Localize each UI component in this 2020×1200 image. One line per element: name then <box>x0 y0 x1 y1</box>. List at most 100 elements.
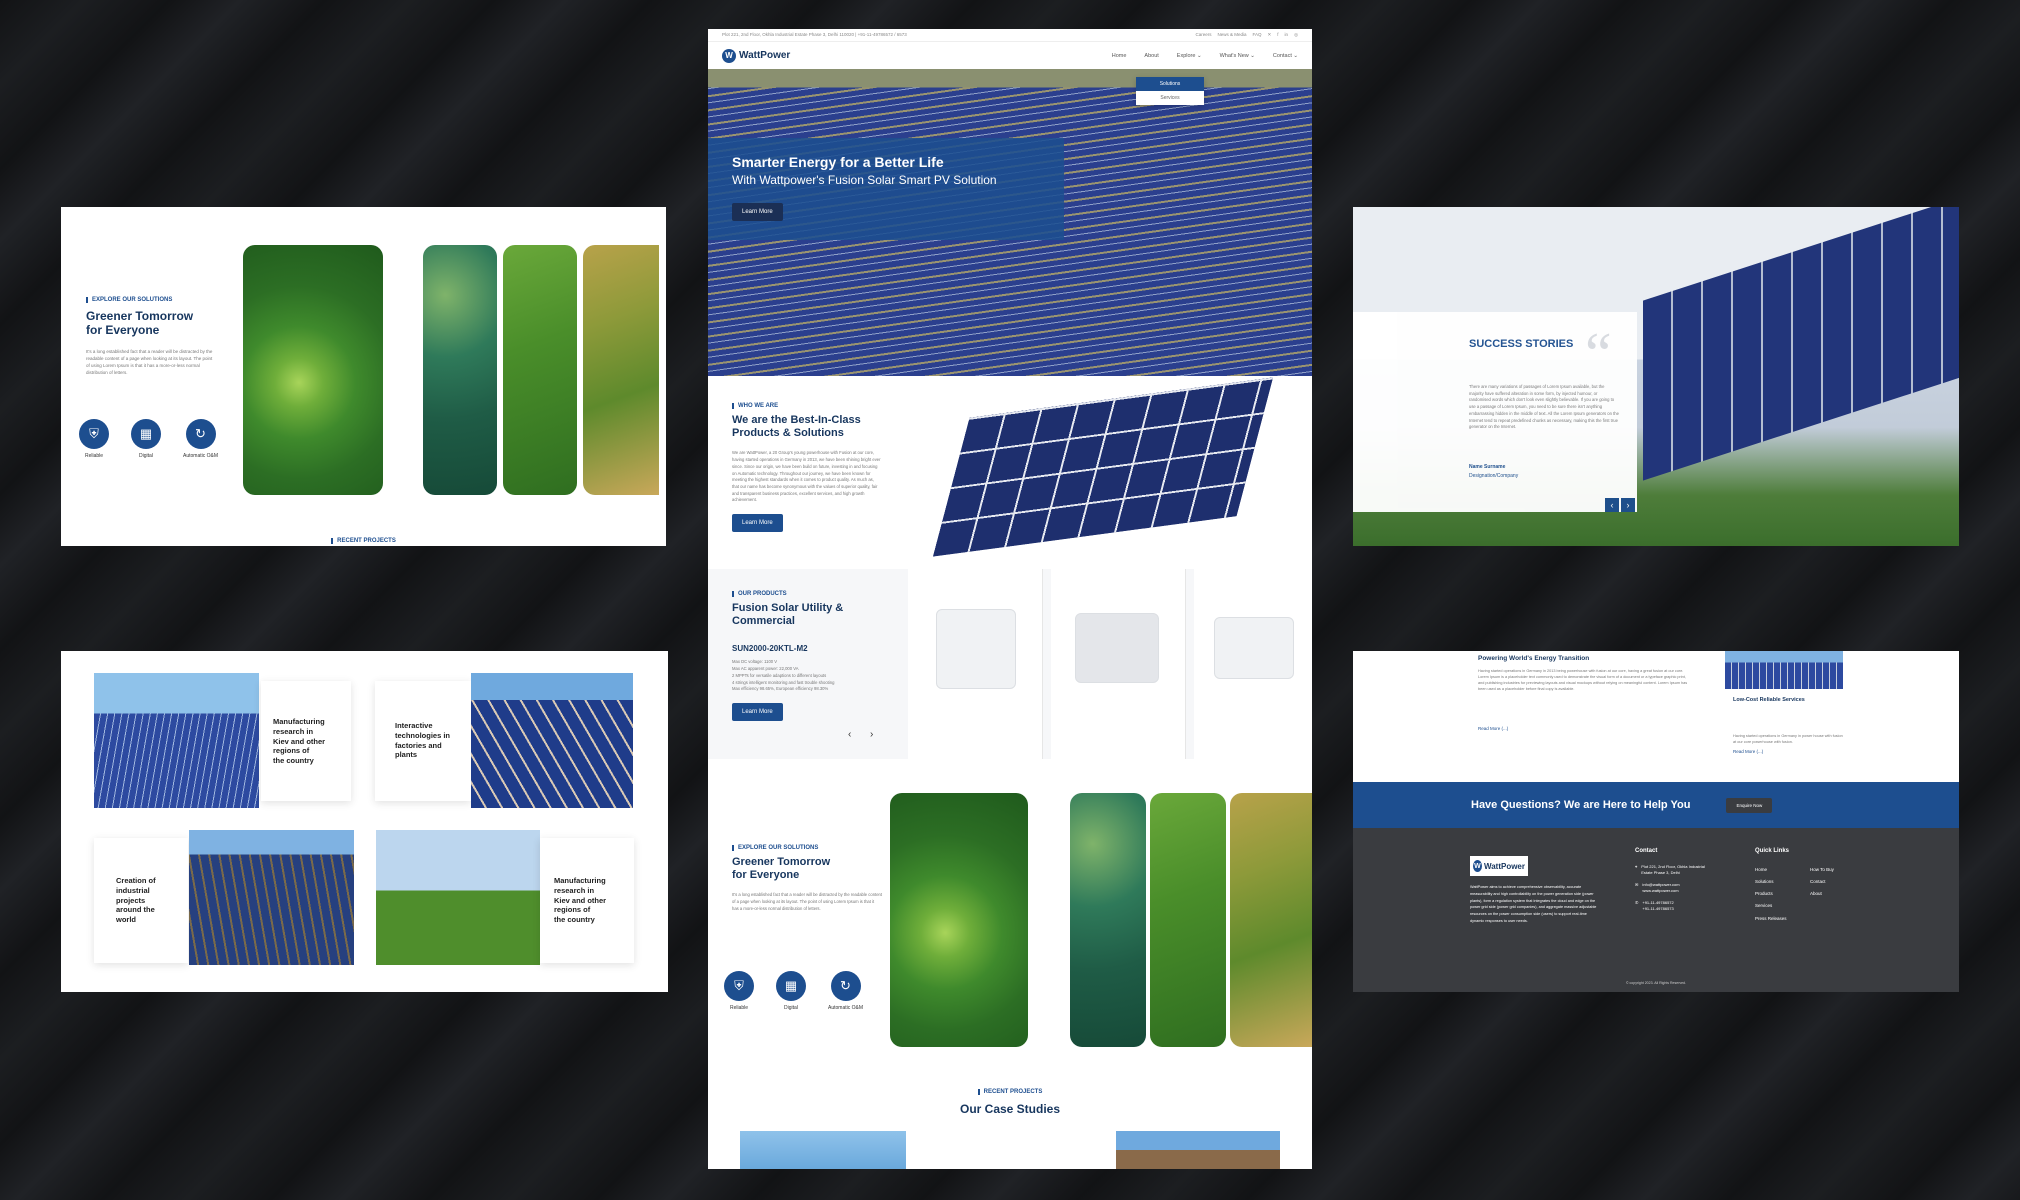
footer-contact: ⌖ Plot 221, 2nd Floor, Okhla Industrial E… <box>1635 864 1705 911</box>
footer-contact-title: Contact <box>1635 848 1658 854</box>
quick-link-services[interactable]: Services <box>1755 900 1787 912</box>
hero-panel: Smarter Energy for a Better Life With Wa… <box>708 138 1064 240</box>
center-feature-reliable: ⛨ Reliable <box>724 971 754 1011</box>
center-greener-title: Greener Tomorrow for Everyone <box>732 856 831 882</box>
top-link-careers[interactable]: Careers <box>1195 32 1211 38</box>
center-cases-title: Our Case Studies <box>959 1102 1061 1116</box>
feature-automatic: ↻ Automatic O&M <box>183 419 218 459</box>
product-card-2[interactable] <box>1051 569 1186 759</box>
inverter-image-1 <box>936 609 1016 689</box>
nav-home[interactable]: Home <box>1112 53 1127 59</box>
products-section: OUR PRODUCTS Fusion Solar Utility & Comme… <box>708 569 1312 759</box>
greener-card: EXPLORE OUR SOLUTIONS Greener Tomorrow fo… <box>61 207 666 546</box>
shield-icon: ⛨ <box>724 971 754 1001</box>
phone-icon: ✆ <box>1635 900 1639 905</box>
who-title: We are the Best-In-Class Products & Solut… <box>732 414 861 440</box>
products-title: Fusion Solar Utility & Commercial <box>732 602 844 628</box>
quick-links-col1: Home Solutions Products Services Press R… <box>1755 864 1787 925</box>
feature-list: ⛨ Reliable ▦ Digital ↻ Automatic O&M <box>79 419 218 459</box>
nav-explore[interactable]: Explore ⌄ <box>1177 53 1202 59</box>
case-image-1 <box>94 673 259 808</box>
feature-digital: ▦ Digital <box>131 419 161 459</box>
forest-image-1 <box>243 245 383 495</box>
hero-learn-more-button[interactable]: Learn More <box>732 203 783 221</box>
carousel-prev-icon[interactable]: ‹ <box>848 729 851 740</box>
success-designation: Designation/Company <box>1469 473 1519 479</box>
x-icon[interactable]: ✕ <box>1268 32 1272 38</box>
footer-card: Powering World's Energy Transition Havin… <box>1353 651 1959 992</box>
quick-link-about[interactable]: About <box>1810 888 1834 900</box>
top-link-faq[interactable]: FAQ <box>1252 32 1261 38</box>
instagram-icon[interactable]: ◎ <box>1294 32 1298 38</box>
case-image-2 <box>471 673 633 808</box>
who-eyebrow: WHO WE ARE <box>732 403 882 409</box>
dropdown-solutions[interactable]: Solutions <box>1136 77 1204 91</box>
case-text-4[interactable]: Manufacturing research in Kiev and other re… <box>540 838 634 963</box>
who-learn-more-button[interactable]: Learn More <box>732 514 783 533</box>
products-learn-more-button[interactable]: Learn More <box>732 702 783 721</box>
case-text-1[interactable]: Manufacturing research in Kiev and other re… <box>261 681 351 801</box>
service-read-more[interactable]: Read More (...) <box>1733 749 1843 754</box>
quick-link-products[interactable]: Products <box>1755 888 1787 900</box>
cta-text: Have Questions? We are Here to Help You <box>1471 799 1691 811</box>
center-greener-body: It's a long established fact that a read… <box>732 892 883 911</box>
quick-link-contact[interactable]: Contact <box>1810 876 1834 888</box>
success-prev-button[interactable]: ‹ <box>1605 498 1619 512</box>
powering-title: Powering World's Energy Transition <box>1478 655 1590 662</box>
success-name: Name Surname <box>1469 464 1506 470</box>
product-specs: Max DC voltage: 1100 V Max AC apparent po… <box>732 659 835 692</box>
quick-link-press[interactable]: Press Releases <box>1755 913 1787 925</box>
main-nav: W WattPower Home About Explore ⌄ What's … <box>708 41 1312 69</box>
quick-link-home[interactable]: Home <box>1755 864 1787 876</box>
success-body: There are many variations of passages of… <box>1469 384 1619 430</box>
refresh-icon: ↻ <box>185 419 216 449</box>
case-text-2[interactable]: Interactive technologies in factories and p… <box>375 681 471 801</box>
greener-title: Greener Tomorrow for Everyone <box>86 309 194 338</box>
quote-icon: “ <box>1585 321 1612 387</box>
homepage-card: Plot 221, 2nd Floor, Okhla Industrial Es… <box>708 29 1312 1169</box>
success-solar-image <box>1643 207 1959 481</box>
service-title: Low-Cost Reliable Services <box>1733 697 1805 703</box>
center-feature-list: ⛨ Reliable ▦ Digital ↻ Automatic O&M <box>724 971 863 1011</box>
success-card: SUCCESS STORIES “ There are many variati… <box>1353 207 1959 546</box>
linkedin-icon[interactable]: in <box>1285 32 1289 38</box>
who-body: We are WattPower, a 20 Group's young pow… <box>732 450 881 503</box>
case-image-4 <box>376 830 540 965</box>
product-card-1[interactable] <box>908 569 1043 759</box>
product-card-3[interactable] <box>1194 569 1312 759</box>
nav-contact[interactable]: Contact ⌄ <box>1273 53 1298 59</box>
quick-link-solutions[interactable]: Solutions <box>1755 876 1787 888</box>
explore-dropdown: Solutions Services <box>1136 77 1204 105</box>
carousel-next-icon[interactable]: › <box>870 729 873 740</box>
center-forest-image-3 <box>1150 793 1226 1047</box>
center-forest-image-1 <box>890 793 1028 1047</box>
center-case-image-1 <box>740 1131 906 1169</box>
footer-logo[interactable]: W WattPower <box>1470 856 1528 876</box>
building-icon: ▦ <box>131 419 161 449</box>
enquire-now-button[interactable]: Enquire Now <box>1726 797 1773 813</box>
top-link-news[interactable]: News & Media <box>1217 32 1246 38</box>
hero-subtitle: With Wattpower's Fusion Solar Smart PV S… <box>732 173 997 187</box>
success-next-button[interactable]: › <box>1621 498 1635 512</box>
service-body: Having started operations in Germany in … <box>1733 734 1843 745</box>
greener-eyebrow: EXPLORE OUR SOLUTIONS <box>86 297 216 303</box>
hero: Solutions Services Smarter Energy for a … <box>708 69 1312 376</box>
logo[interactable]: W WattPower <box>722 48 790 63</box>
logo-icon: W <box>722 48 736 63</box>
dropdown-services[interactable]: Services <box>1136 91 1204 105</box>
nav-about[interactable]: About <box>1144 53 1158 59</box>
building-icon: ▦ <box>776 971 806 1001</box>
copyright: © copyright 2023. All Rights Reserved. <box>1626 981 1686 985</box>
case-text-3[interactable]: Creation of industrial projects around the w… <box>94 838 188 963</box>
facebook-icon[interactable]: f <box>1277 32 1278 38</box>
powering-read-more[interactable]: Read More (...) <box>1478 726 1693 731</box>
cases-eyebrow-preview: RECENT PROJECTS <box>331 538 396 544</box>
inverter-image-3 <box>1214 617 1294 679</box>
center-feature-automatic: ↻ Automatic O&M <box>828 971 863 1011</box>
case-image-3 <box>189 830 354 965</box>
quick-link-buy[interactable]: How To Buy <box>1810 864 1834 876</box>
success-title: SUCCESS STORIES <box>1469 338 1574 350</box>
inverter-image-2 <box>1075 613 1159 683</box>
feature-reliable: ⛨ Reliable <box>79 419 109 459</box>
nav-whats-new[interactable]: What's New ⌄ <box>1220 53 1255 59</box>
